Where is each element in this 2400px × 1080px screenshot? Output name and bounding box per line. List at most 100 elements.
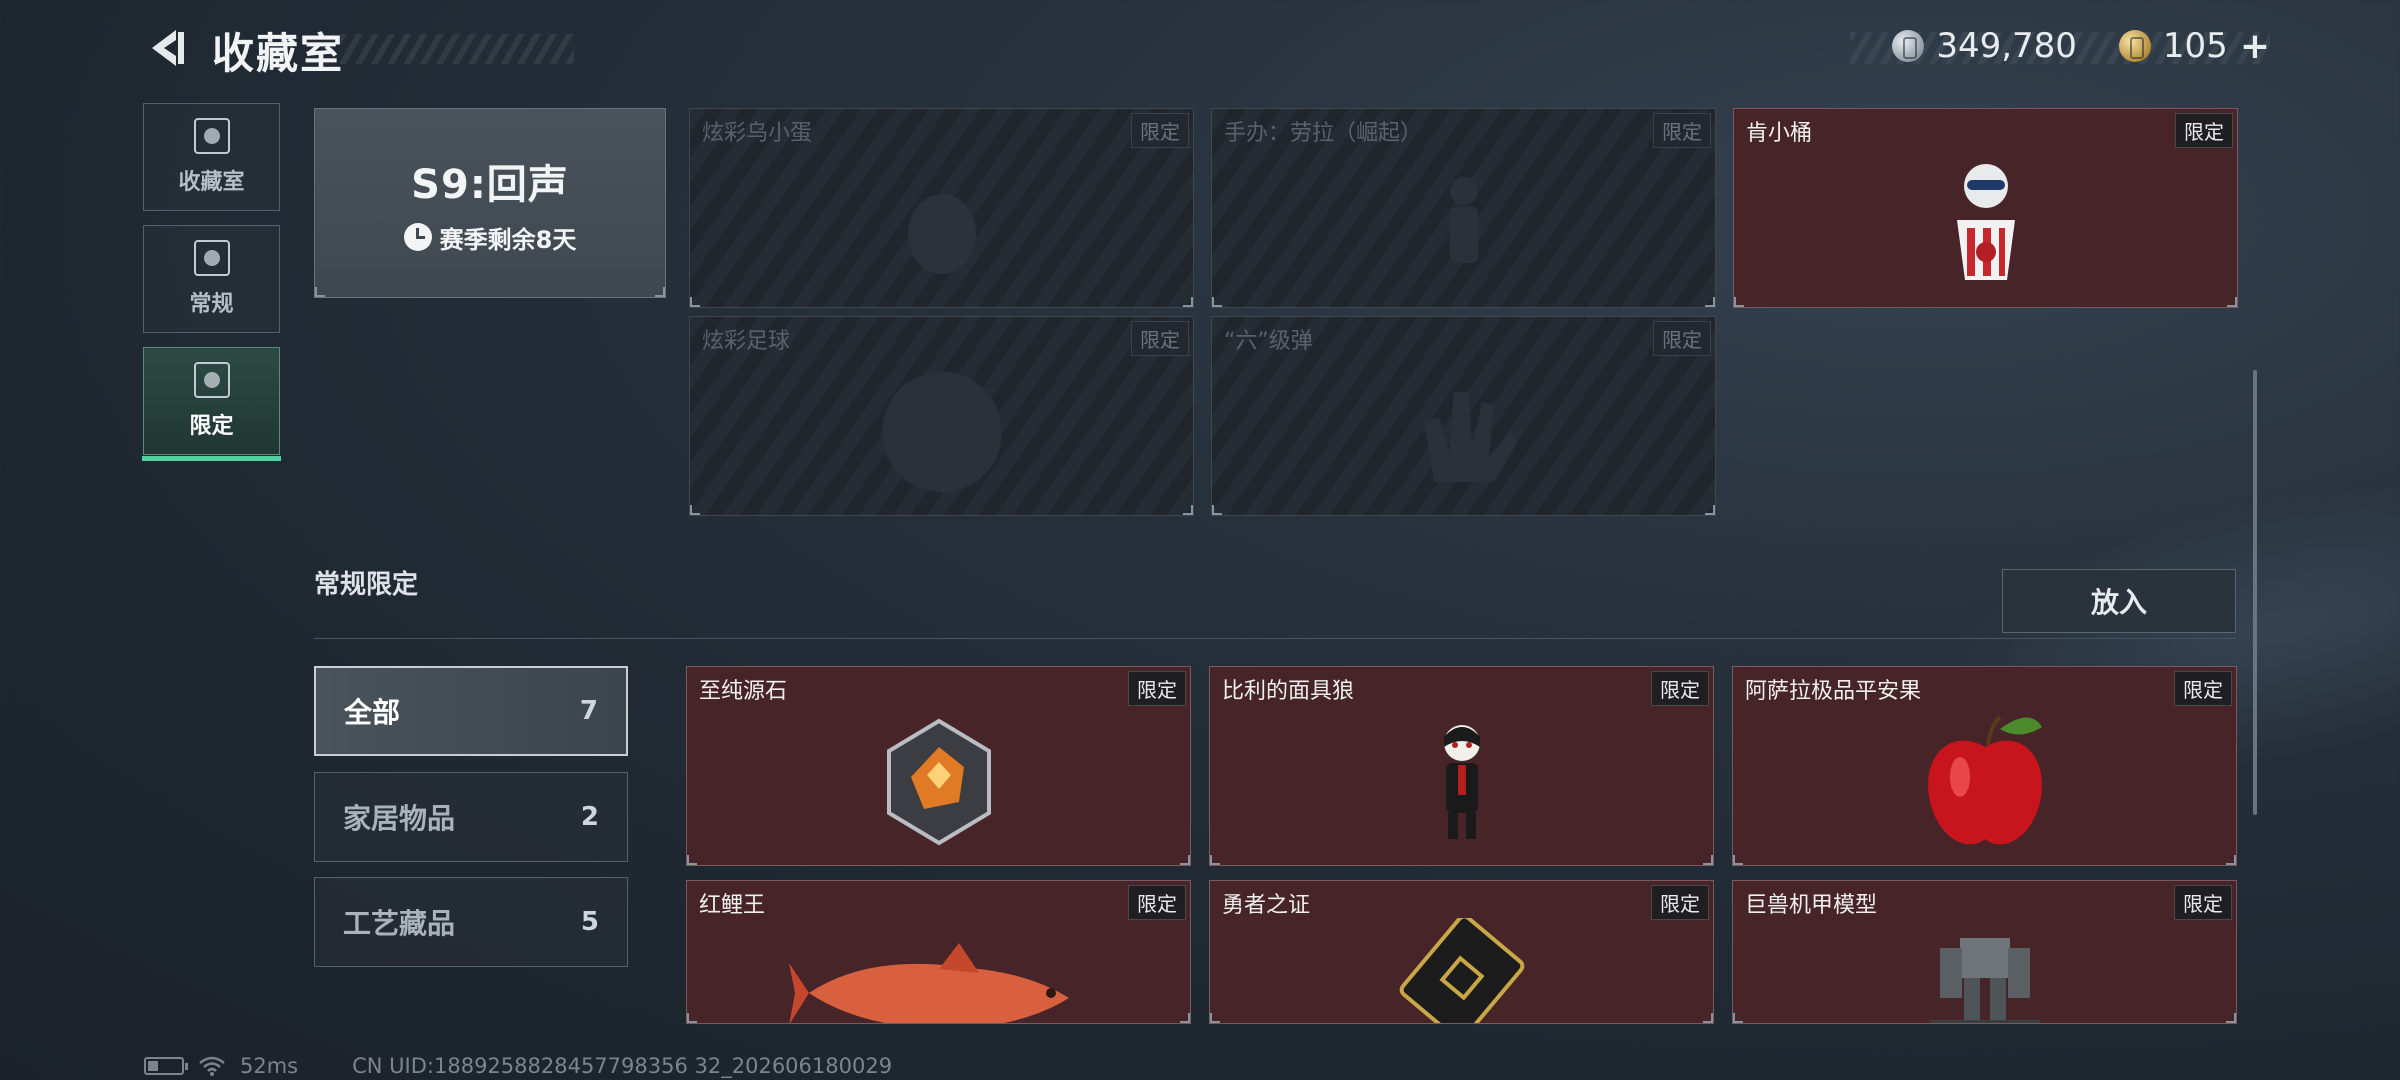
item-name: 勇者之证 (1222, 893, 1311, 918)
page-title: 收藏室 (212, 29, 345, 78)
silver-coin-icon (1892, 30, 1925, 62)
clock-icon (403, 223, 432, 251)
back-button[interactable] (140, 22, 192, 74)
item-name: 阿萨拉极品平安果 (1745, 679, 1922, 704)
item-card[interactable]: 勇者之证 限定 (1209, 880, 1714, 1024)
corner-decoration (1733, 1013, 1743, 1023)
item-name: “六”级弹 (1224, 329, 1313, 354)
limited-badge: 限定 (2175, 113, 2233, 148)
currency-2-value: 105 (2162, 26, 2228, 66)
corner-decoration (1734, 297, 1744, 307)
koi-fish-icon (788, 942, 1069, 1023)
item-card[interactable]: 红鲤王 限定 (686, 880, 1191, 1024)
corner-decoration (1210, 855, 1220, 865)
soccer-ball-icon (881, 371, 1002, 492)
filter-label: 家居物品 (343, 802, 456, 835)
item-card[interactable]: 阿萨拉极品平安果 限定 (1732, 666, 2237, 866)
item-name: 炫彩足球 (702, 329, 791, 354)
badge-card-icon (1399, 917, 1524, 1023)
corner-decoration (690, 297, 700, 307)
item-card[interactable]: 比利的面具狼 限定 (1209, 666, 1714, 866)
filter-label: 全部 (344, 696, 401, 729)
filter-count: 2 (580, 802, 599, 832)
latency-text: 52ms (240, 1054, 299, 1078)
season-name: S9:回声 (411, 161, 569, 208)
gold-coin-icon (2118, 30, 2151, 62)
item-name: 手办：劳拉（崛起） (1224, 121, 1423, 146)
corner-decoration (1703, 1013, 1713, 1023)
corner-decoration (687, 1013, 697, 1023)
currency-bar: 349,780 105 + (1892, 26, 2270, 67)
corner-decoration (1705, 297, 1715, 307)
gem-stone-icon (886, 718, 991, 846)
section-title: 常规限定 (314, 570, 419, 600)
add-currency-button[interactable]: + (2240, 26, 2270, 67)
item-card[interactable]: 至纯源石 限定 (686, 666, 1191, 866)
season-item-card[interactable]: 手办：劳拉（崛起） 限定 (1211, 108, 1716, 308)
limited-badge: 限定 (2174, 885, 2232, 920)
uid-text: CN UID:1889258828457798356 32_2026061800… (352, 1054, 893, 1078)
corner-decoration (1180, 855, 1190, 865)
corner-decoration (655, 287, 665, 297)
limited-badge: 限定 (1651, 885, 1709, 920)
filter-home-items[interactable]: 家居物品 2 (314, 772, 628, 862)
season-item-card[interactable]: 炫彩足球 限定 (689, 316, 1194, 516)
limited-badge: 限定 (1131, 113, 1189, 148)
nav-item-label: 限定 (189, 414, 234, 439)
corner-decoration (1180, 1013, 1190, 1023)
title-decoration (340, 34, 574, 64)
section-divider (314, 638, 2236, 639)
item-name: 肯小桶 (1746, 121, 1813, 146)
corner-decoration (1733, 855, 1743, 865)
season-item-card[interactable]: 炫彩乌小蛋 限定 (689, 108, 1194, 308)
season-card[interactable]: S9:回声 赛季剩余8天 (314, 108, 666, 298)
limited-badge: 限定 (2174, 671, 2232, 706)
corner-decoration (1212, 297, 1222, 307)
filter-label: 工艺藏品 (343, 907, 456, 940)
filter-crafts[interactable]: 工艺藏品 5 (314, 877, 628, 967)
battery-icon (144, 1057, 188, 1075)
scrollbar[interactable] (2253, 370, 2257, 815)
corner-decoration (2226, 855, 2236, 865)
corner-decoration (1183, 505, 1193, 515)
corner-decoration (1183, 297, 1193, 307)
corner-decoration (690, 505, 700, 515)
corner-decoration (315, 287, 325, 297)
item-card[interactable]: 巨兽机甲模型 限定 (1732, 880, 2237, 1024)
corner-decoration (1212, 505, 1222, 515)
corner-decoration (1705, 505, 1715, 515)
limited-badge: 限定 (1131, 321, 1189, 356)
nav-item-label: 收藏室 (178, 170, 245, 195)
mech-model-icon (1929, 938, 2040, 1023)
limited-badge: 限定 (1651, 671, 1709, 706)
status-footer: 52ms CN UID:1889258828457798356 32_20260… (144, 1054, 892, 1078)
season-remaining: 赛季剩余8天 (403, 220, 577, 255)
puppet-icon (1443, 724, 1480, 839)
limited-badge: 限定 (1653, 321, 1711, 356)
item-name: 比利的面具狼 (1222, 679, 1355, 704)
item-name: 至纯源石 (699, 679, 788, 704)
bird-egg-icon (907, 193, 976, 274)
limited-icon (193, 362, 230, 398)
trophy-icon (193, 118, 230, 154)
season-remaining-text: 赛季剩余8天 (439, 225, 577, 254)
item-name: 炫彩乌小蛋 (702, 121, 813, 146)
filter-count: 7 (579, 696, 598, 726)
back-arrow-icon (152, 30, 184, 66)
apple-icon (1927, 715, 2042, 845)
place-button[interactable]: 放入 (2002, 569, 2236, 633)
corner-decoration (2226, 1013, 2236, 1023)
nav-item-collection[interactable]: 收藏室 (143, 103, 280, 211)
filter-count: 5 (580, 907, 599, 937)
season-item-card[interactable]: 肯小桶 限定 (1733, 108, 2238, 308)
corner-decoration (687, 855, 697, 865)
book-icon (193, 240, 230, 276)
hand-icon (1423, 391, 1518, 482)
season-item-card[interactable]: “六”级弹 限定 (1211, 316, 1716, 516)
wifi-icon (199, 1056, 225, 1076)
filter-all[interactable]: 全部 7 (314, 666, 628, 756)
corner-decoration (2227, 297, 2237, 307)
nav-item-limited[interactable]: 限定 (142, 347, 281, 461)
corner-decoration (1703, 855, 1713, 865)
nav-item-regular[interactable]: 常规 (143, 225, 280, 333)
